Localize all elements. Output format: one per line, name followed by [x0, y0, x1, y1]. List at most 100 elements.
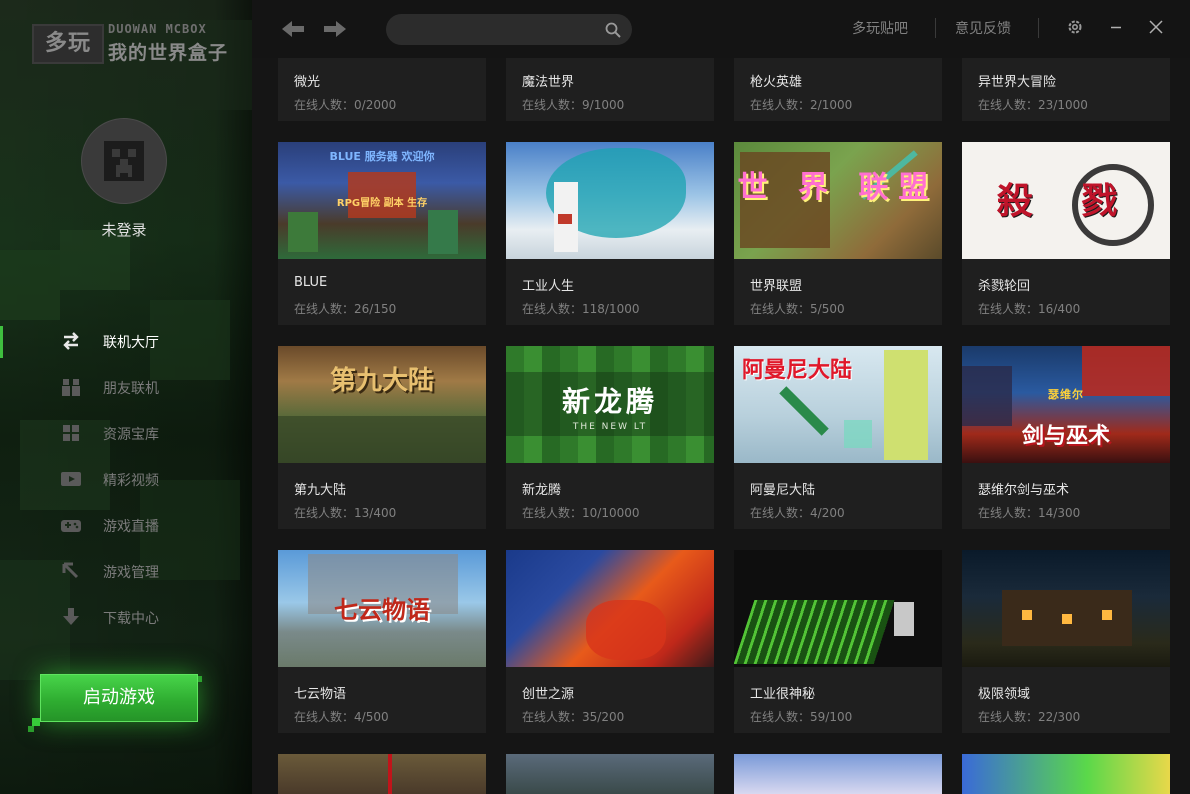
online-prefix: 在线人数： [750, 98, 811, 112]
server-name: 七云物语 [294, 687, 347, 702]
server-online-count: 在线人数：35/200 [522, 708, 624, 725]
sidebar-item-videos[interactable]: 精彩视频 [0, 456, 252, 502]
forum-link[interactable]: 多玩贴吧 [852, 18, 908, 38]
server-card[interactable]: 世 界 联盟 世界联盟 在线人数：5/500 [734, 142, 942, 325]
forward-arrow-icon[interactable] [322, 18, 348, 40]
server-thumbnail: 第九大陆 [278, 346, 486, 463]
top-separator [935, 18, 936, 38]
server-card[interactable]: 枪火英雄 在线人数：2/1000 [734, 58, 942, 121]
minimize-icon[interactable] [1107, 18, 1125, 36]
server-card[interactable]: 新龙腾 THE NEW LT 新龙腾 在线人数：10/10000 [506, 346, 714, 529]
server-name: 新龙腾 [522, 483, 562, 498]
thumbnail-art-text: BLUE 服务器 欢迎你 [329, 150, 435, 163]
online-value: 35/200 [582, 710, 625, 724]
server-online-count: 在线人数：118/1000 [522, 300, 640, 317]
server-online-count: 在线人数：10/10000 [522, 504, 640, 521]
server-thumbnail: 阿曼尼大陆 [734, 346, 942, 463]
server-online-count: 在线人数：0/2000 [294, 96, 396, 113]
server-card[interactable]: 阿曼尼大陆 阿曼尼大陆 在线人数：4/200 [734, 346, 942, 529]
online-value: 16/400 [1038, 302, 1081, 316]
server-online-count: 在线人数：9/1000 [522, 96, 624, 113]
online-prefix: 在线人数： [978, 98, 1039, 112]
gear-icon[interactable] [1066, 18, 1084, 36]
server-card[interactable]: 瑟维尔 剑与巫术 瑟维尔剑与巫术 在线人数：14/300 [962, 346, 1170, 529]
server-thumbnail: 新龙腾 THE NEW LT [506, 346, 714, 463]
server-card[interactable]: 极限领域 在线人数：22/300 [962, 550, 1170, 733]
server-thumbnail: 殺 戮 [962, 142, 1170, 259]
server-card[interactable] [962, 754, 1170, 794]
sidebar-item-label: 下载中心 [103, 611, 159, 627]
server-name: 异世界大冒险 [978, 75, 1057, 90]
search-input[interactable] [400, 19, 600, 42]
online-prefix: 在线人数： [522, 710, 583, 724]
online-value: 22/300 [1038, 710, 1081, 724]
server-card[interactable]: 工业很神秘 在线人数：59/100 [734, 550, 942, 733]
avatar[interactable] [81, 118, 167, 204]
server-card[interactable]: 魔法世界 在线人数：9/1000 [506, 58, 714, 121]
logo-mark: 多玩 [32, 24, 104, 64]
online-prefix: 在线人数： [750, 506, 811, 520]
sidebar-item-downloads[interactable]: 下载中心 [0, 594, 252, 640]
feedback-link[interactable]: 意见反馈 [955, 18, 1011, 38]
sidebar-item-lobby[interactable]: 联机大厅 [0, 318, 252, 364]
server-name: 阿曼尼大陆 [750, 483, 816, 498]
search-icon[interactable] [605, 22, 621, 38]
login-status[interactable]: 未登录 [0, 219, 248, 240]
online-prefix: 在线人数： [978, 302, 1039, 316]
friends-icon [62, 379, 80, 396]
sidebar-item-label: 资源宝库 [103, 427, 159, 443]
manage-arrow-icon [62, 562, 79, 579]
sidebar-item-live[interactable]: 游戏直播 [0, 502, 252, 548]
thumbnail-art-text: 殺 戮 [996, 181, 1136, 222]
server-name: BLUE [294, 275, 328, 290]
server-thumbnail: 世 界 联盟 [734, 142, 942, 259]
sidebar-item-manage[interactable]: 游戏管理 [0, 548, 252, 594]
online-value: 26/150 [354, 302, 397, 316]
server-online-count: 在线人数：5/500 [750, 300, 845, 317]
server-card[interactable]: 微光 在线人数：0/2000 [278, 58, 486, 121]
server-card[interactable]: 殺 戮 杀戮轮回 在线人数：16/400 [962, 142, 1170, 325]
thumbnail-art-text: 剑与巫术 [1021, 424, 1110, 449]
logo-english-text: DUOWAN MCBOX [108, 22, 207, 36]
online-prefix: 在线人数： [294, 98, 355, 112]
server-name: 微光 [294, 75, 321, 90]
server-card[interactable] [734, 754, 942, 794]
online-value: 13/400 [354, 506, 397, 520]
server-card[interactable]: 异世界大冒险 在线人数：23/1000 [962, 58, 1170, 121]
server-online-count: 在线人数：4/200 [750, 504, 845, 521]
sidebar: 多玩 DUOWAN MCBOX 我的世界盒子 未登录 联机大厅 朋友联机 资源宝… [0, 0, 252, 794]
sidebar-item-friends[interactable]: 朋友联机 [0, 364, 252, 410]
online-value: 14/300 [1038, 506, 1081, 520]
server-online-count: 在线人数：26/150 [294, 300, 396, 317]
thumbnail-art-text: 新龙腾 [561, 385, 658, 418]
server-card[interactable]: 第九大陆 第九大陆 在线人数：13/400 [278, 346, 486, 529]
online-prefix: 在线人数： [978, 506, 1039, 520]
close-icon[interactable] [1147, 18, 1165, 36]
launch-game-button[interactable]: 启动游戏 [40, 674, 198, 722]
server-name: 创世之源 [522, 687, 575, 702]
online-prefix: 在线人数： [978, 710, 1039, 724]
online-value: 23/1000 [1038, 98, 1088, 112]
back-arrow-icon[interactable] [280, 18, 306, 40]
server-card[interactable]: 创世之源 在线人数：35/200 [506, 550, 714, 733]
server-card[interactable]: 七云物语 七云物语 在线人数：4/500 [278, 550, 486, 733]
online-prefix: 在线人数： [294, 710, 355, 724]
server-thumbnail [506, 754, 714, 794]
server-card[interactable] [506, 754, 714, 794]
server-thumbnail [962, 550, 1170, 667]
server-card[interactable]: BLUE 服务器 欢迎你 RPG冒险 副本 生存 BLUE 在线人数：26/15… [278, 142, 486, 325]
sidebar-nav: 联机大厅 朋友联机 资源宝库 精彩视频 游戏直播 游戏管理 下载中心 [0, 318, 252, 640]
online-value: 9/1000 [582, 98, 625, 112]
sidebar-item-resources[interactable]: 资源宝库 [0, 410, 252, 456]
server-card[interactable] [278, 754, 486, 794]
server-card[interactable]: 工业人生 在线人数：118/1000 [506, 142, 714, 325]
server-thumbnail [734, 550, 942, 667]
gamepad-icon [61, 520, 81, 532]
server-name: 极限领域 [978, 687, 1031, 702]
video-play-icon [61, 472, 81, 486]
sidebar-item-label: 游戏管理 [103, 565, 159, 581]
server-thumbnail [506, 142, 714, 259]
online-prefix: 在线人数： [522, 98, 583, 112]
thumbnail-art-text: 阿曼尼大陆 [742, 358, 853, 383]
server-name: 瑟维尔剑与巫术 [978, 483, 1070, 498]
